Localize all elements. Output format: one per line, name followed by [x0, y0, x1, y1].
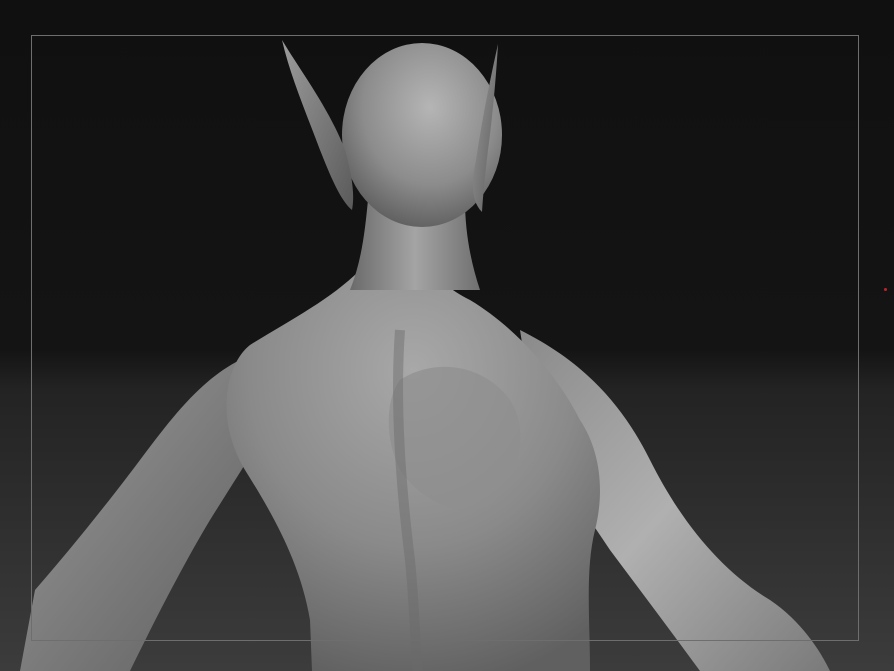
- document-viewport[interactable]: [0, 0, 894, 671]
- marker-dot: [884, 288, 887, 291]
- sculpt-mesh[interactable]: [0, 0, 894, 671]
